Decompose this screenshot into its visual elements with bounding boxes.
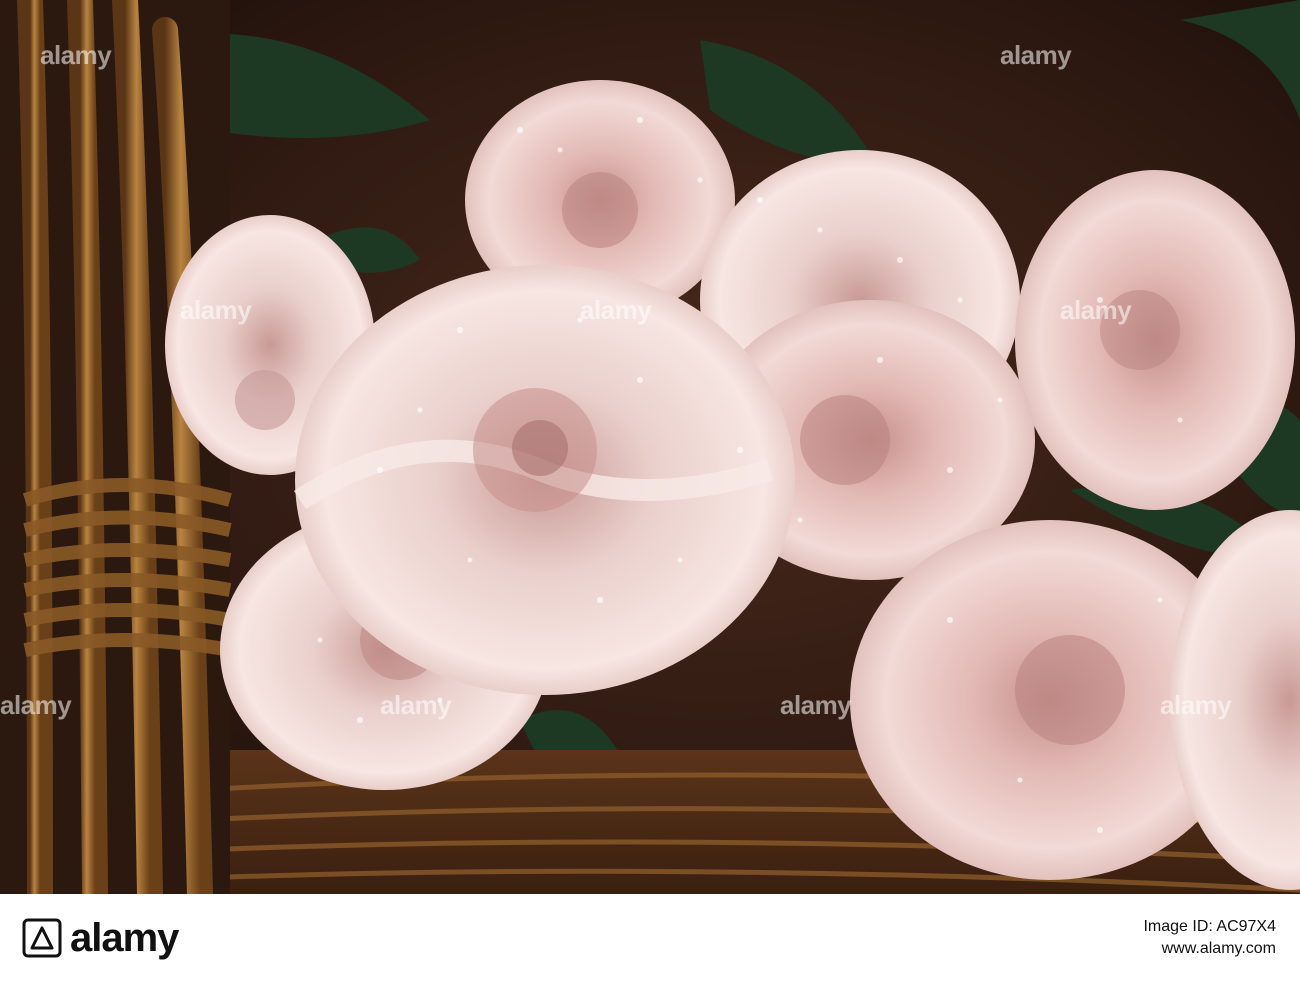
footer-bar: alamy Image ID: AC97X4 www.alamy.com <box>0 894 1300 986</box>
image-meta: Image ID: AC97X4 www.alamy.com <box>1143 916 1276 959</box>
image-id: Image ID: AC97X4 <box>1143 918 1276 935</box>
site-url: www.alamy.com <box>1161 939 1276 957</box>
brand-name: alamy <box>70 916 179 960</box>
stock-photo: alamy alamy alamy alamy alamy alamy alam… <box>0 0 1300 894</box>
alamy-logo-icon <box>22 918 62 958</box>
brand-logo: alamy <box>22 912 179 964</box>
roses-illustration <box>0 0 1300 894</box>
